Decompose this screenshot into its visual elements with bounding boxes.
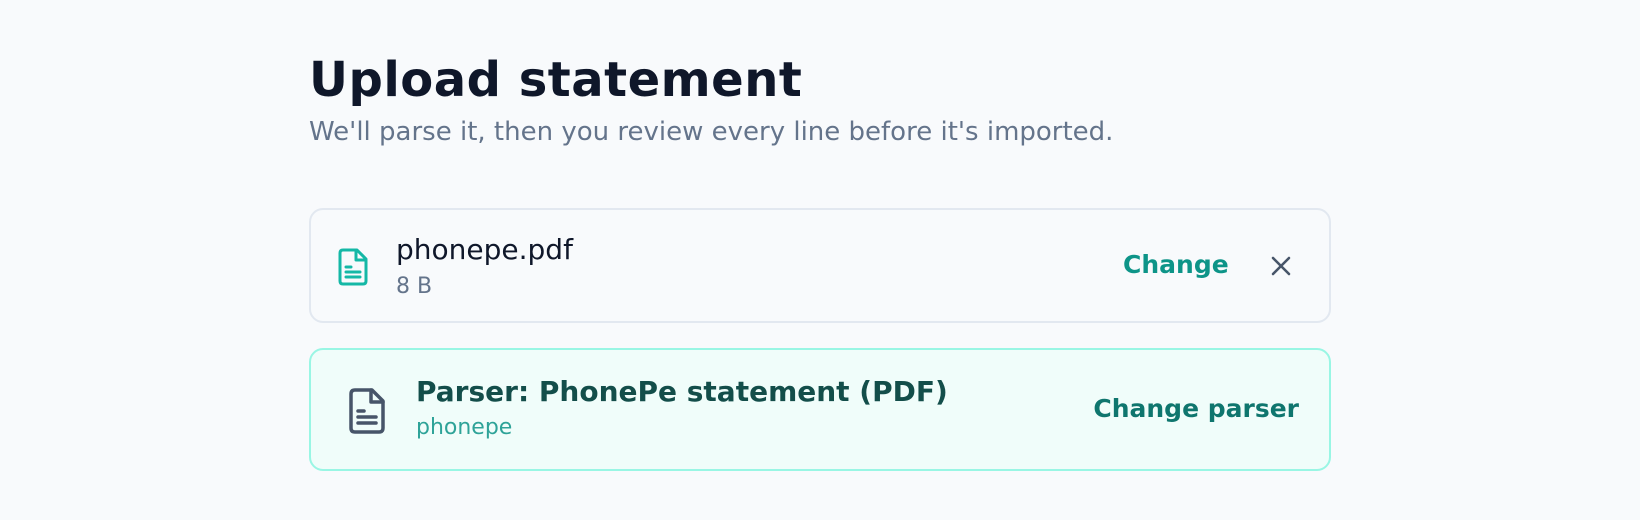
selected-file-card: phonepe.pdf 8 B Change: [309, 208, 1331, 323]
file-size: 8 B: [396, 274, 433, 299]
page-title: Upload statement: [309, 52, 803, 108]
parser-title: Parser: PhonePe statement (PDF): [416, 375, 948, 408]
parser-id: phonepe: [416, 415, 513, 440]
page-subtitle: We'll parse it, then you review every li…: [309, 117, 1114, 147]
change-parser-button[interactable]: Change parser: [1093, 392, 1299, 426]
parser-card: Parser: PhonePe statement (PDF) phonepe …: [309, 348, 1331, 471]
close-icon: [1266, 256, 1296, 284]
remove-file-button[interactable]: [1266, 251, 1296, 281]
file-text-icon: [337, 248, 369, 286]
change-file-button[interactable]: Change: [1123, 248, 1229, 282]
file-name: phonepe.pdf: [396, 233, 573, 266]
file-text-icon: [348, 388, 386, 434]
upload-page: Upload statement We'll parse it, then yo…: [309, 50, 1331, 471]
